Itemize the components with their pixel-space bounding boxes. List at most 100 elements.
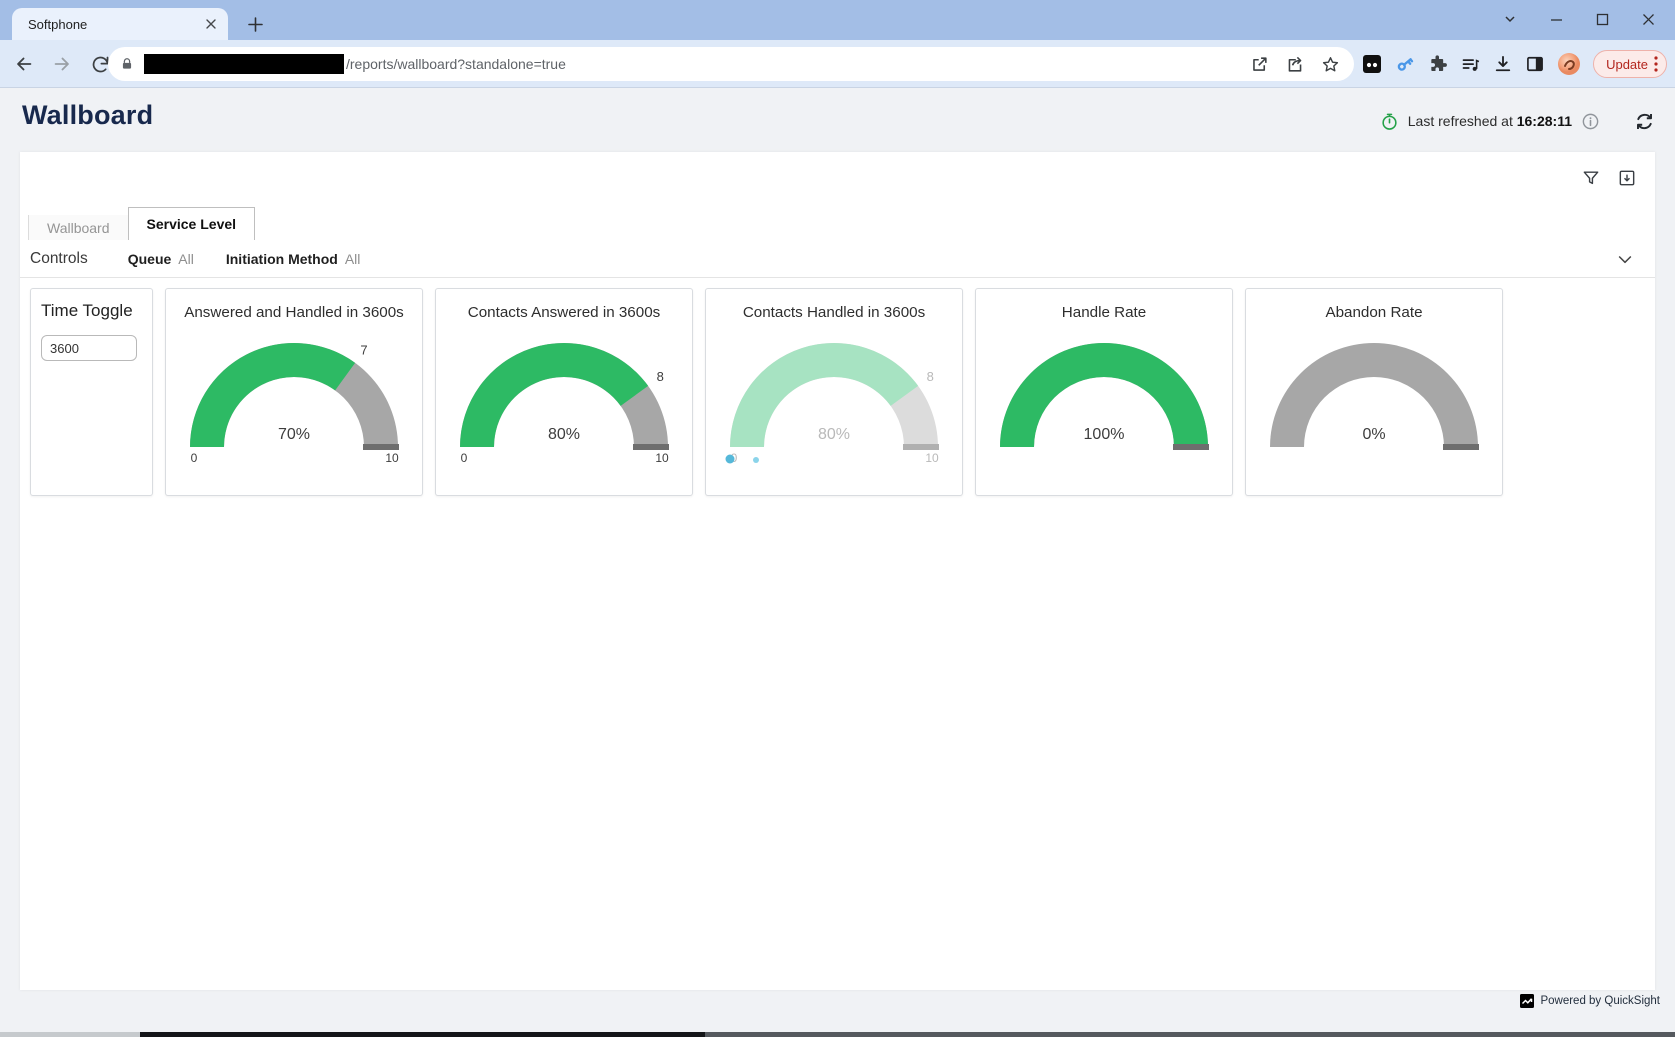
- time-toggle-card: Time Toggle: [30, 288, 153, 496]
- browser-toolbar: /reports/wallboard?standalone=true: [0, 40, 1675, 88]
- initiation-method-filter[interactable]: Initiation Method All: [226, 251, 361, 267]
- gauge-title: Handle Rate: [976, 304, 1232, 321]
- tab-search-chevron-icon[interactable]: [1487, 0, 1533, 38]
- gauge-chart-area: 0%: [1246, 325, 1502, 475]
- gauge-chart-area: 100%: [976, 325, 1232, 475]
- browser-tab[interactable]: Softphone: [12, 8, 228, 40]
- dashboard-panel: Wallboard Service Level Controls Queue A…: [20, 152, 1655, 990]
- loading-dot: [726, 455, 735, 464]
- loading-dot: [753, 457, 759, 463]
- redacted-bar: [140, 1032, 705, 1037]
- tab-title: Softphone: [28, 17, 202, 32]
- time-toggle-title: Time Toggle: [41, 301, 142, 321]
- cards-row: Time Toggle Answered and Handled in 3600…: [30, 288, 1503, 496]
- page-title: Wallboard: [22, 100, 153, 131]
- downloads-icon[interactable]: [1493, 54, 1513, 74]
- open-in-new-icon[interactable]: [1250, 55, 1269, 74]
- gauge-title: Abandon Rate: [1246, 304, 1502, 321]
- back-button[interactable]: [10, 50, 38, 78]
- controls-title: Controls: [30, 250, 96, 268]
- extension-dots-icon[interactable]: [1362, 54, 1382, 74]
- gauge-card[interactable]: Contacts Answered in 3600s 80%8010: [435, 288, 693, 496]
- gauge-title: Contacts Answered in 3600s: [436, 304, 692, 321]
- gauge-chart-area: 80%8010: [706, 325, 962, 475]
- gauge-percent-label: 80%: [818, 426, 850, 443]
- window-controls: [1487, 0, 1671, 38]
- gauge-value-arc: [190, 343, 355, 447]
- window-bottom-edge: [0, 1032, 140, 1037]
- gauge-min-label: 0: [191, 451, 198, 465]
- forward-button[interactable]: [48, 50, 76, 78]
- gauge-percent-label: 70%: [278, 426, 310, 443]
- gauge-endcap: [633, 444, 669, 450]
- gauge-endcap: [1173, 444, 1209, 450]
- new-tab-button[interactable]: [242, 11, 268, 37]
- gauge-title: Contacts Handled in 3600s: [706, 304, 962, 321]
- gauge-percent-label: 80%: [548, 426, 580, 443]
- gauge-chart: 70% 7 0 10: [174, 325, 414, 475]
- gauge-chart: 0%: [1254, 325, 1494, 475]
- gauge-endcap: [1443, 444, 1479, 450]
- gauge-title: Answered and Handled in 3600s: [166, 304, 422, 321]
- url-text[interactable]: /reports/wallboard?standalone=true: [346, 56, 1250, 72]
- gauge-card[interactable]: Abandon Rate 0%: [1245, 288, 1503, 496]
- profile-avatar[interactable]: [1557, 52, 1581, 76]
- refresh-icon[interactable]: [1631, 108, 1657, 134]
- gauge-card[interactable]: Handle Rate 100%: [975, 288, 1233, 496]
- export-download-icon[interactable]: [1615, 166, 1639, 190]
- gauge-chart: 80%8010: [444, 325, 684, 475]
- collapse-controls-chevron-icon[interactable]: [1613, 247, 1637, 271]
- gauge-value-label: 8: [657, 369, 664, 384]
- powered-by-quicksight[interactable]: Powered by QuickSight: [1520, 994, 1660, 1008]
- gauge-percent-label: 100%: [1084, 426, 1125, 443]
- gauge-endcap: [363, 444, 399, 450]
- controls-row: Controls Queue All Initiation Method All: [30, 244, 360, 274]
- gauge-cards: Answered and Handled in 3600s 70% 7 0 10 Co…: [165, 288, 1503, 496]
- gauge-value-label: 7: [360, 343, 367, 358]
- playlist-icon[interactable]: [1460, 54, 1481, 75]
- close-button[interactable]: [1625, 0, 1671, 38]
- filter-funnel-icon[interactable]: [1579, 166, 1603, 190]
- tab-service-level[interactable]: Service Level: [128, 207, 256, 240]
- tab-wallboard[interactable]: Wallboard: [28, 215, 128, 240]
- address-bar[interactable]: /reports/wallboard?standalone=true: [108, 47, 1354, 81]
- powered-by-label: Powered by QuickSight: [1540, 995, 1660, 1007]
- queue-filter[interactable]: Queue All: [128, 251, 194, 267]
- lock-icon[interactable]: [120, 56, 134, 72]
- gauge-endcap: [903, 444, 939, 450]
- gauge-percent-label: 0%: [1362, 426, 1385, 443]
- update-label: Update: [1606, 57, 1648, 72]
- quicksight-logo-icon: [1520, 994, 1534, 1008]
- gauge-card[interactable]: Contacts Handled in 3600s 80%8010: [705, 288, 963, 496]
- redacted-url-host: [144, 54, 344, 74]
- gauge-chart: 100%: [984, 325, 1224, 475]
- gauge-value-label: 8: [927, 369, 934, 384]
- window-bottom-edge-right: [705, 1032, 1675, 1037]
- gauge-min-label: 0: [461, 451, 468, 465]
- menu-kebab-icon[interactable]: [1654, 56, 1658, 72]
- timer-icon: [1380, 112, 1399, 131]
- browser-window: Softphone: [0, 0, 1675, 1037]
- gauge-chart: 80%8010: [714, 325, 954, 475]
- sheet-tabs: Wallboard Service Level: [28, 207, 255, 240]
- browser-titlebar: Softphone: [0, 0, 1675, 40]
- minimize-button[interactable]: [1533, 0, 1579, 38]
- gauge-max-label: 10: [385, 451, 399, 465]
- update-button[interactable]: Update: [1593, 50, 1667, 78]
- controls-divider: [20, 277, 1655, 278]
- extensions-puzzle-icon[interactable]: [1428, 54, 1448, 74]
- bookmark-star-icon[interactable]: [1321, 55, 1340, 74]
- gauge-card[interactable]: Answered and Handled in 3600s 70% 7 0 10: [165, 288, 423, 496]
- share-icon[interactable]: [1285, 55, 1305, 74]
- gauge-max-label: 10: [925, 451, 939, 465]
- last-refreshed-time: 16:28:11: [1517, 113, 1572, 129]
- maximize-button[interactable]: [1579, 0, 1625, 38]
- key-icon[interactable]: [1394, 53, 1416, 75]
- time-toggle-input[interactable]: [41, 335, 137, 361]
- info-icon[interactable]: [1581, 112, 1600, 131]
- side-panel-icon[interactable]: [1525, 54, 1545, 74]
- last-refreshed-text: Last refreshed at 16:28:11: [1408, 113, 1572, 129]
- gauge-chart-area: 70% 7 0 10: [166, 325, 422, 475]
- gauge-chart-area: 80%8010: [436, 325, 692, 475]
- tab-close-icon[interactable]: [202, 15, 220, 33]
